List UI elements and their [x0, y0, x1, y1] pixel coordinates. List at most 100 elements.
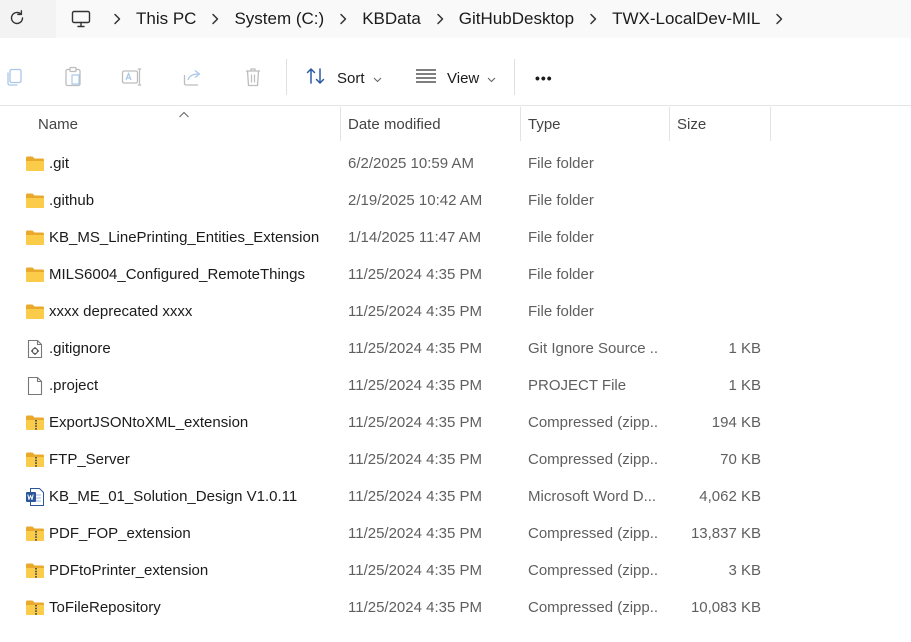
address-bar-area: This PC System (C:) KBData GitHubDesktop…: [0, 0, 911, 38]
file-size: [670, 182, 761, 219]
chevron-right-icon[interactable]: [429, 8, 451, 30]
file-size: [670, 219, 761, 256]
file-name[interactable]: .project: [49, 367, 334, 404]
sort-label: Sort: [337, 69, 365, 87]
breadcrumb-system-c[interactable]: System (C:): [232, 9, 326, 29]
file-size: 1 KB: [728, 340, 761, 357]
view-button[interactable]: View: [415, 64, 496, 92]
file-row[interactable]: .gitignore 11/25/2024 4:35 PM Git Ignore S…: [0, 330, 911, 367]
file-date-modified: 11/25/2024 4:35 PM: [348, 562, 482, 579]
file-type: Compressed (zipp...: [528, 525, 658, 542]
file-row[interactable]: xxxx deprecated xxxx 11/25/2024 4:35 PM Fi…: [0, 293, 911, 330]
file-size: [670, 256, 761, 293]
file-name[interactable]: PDF_FOP_extension: [49, 515, 334, 552]
zip-folder-icon: [24, 515, 46, 552]
file-size: [670, 293, 761, 330]
file-name[interactable]: KB_MS_LinePrinting_Entities_Extension: [49, 219, 334, 256]
word-document-icon: [24, 478, 46, 515]
file-date-modified: 1/14/2025 11:47 AM: [348, 229, 482, 246]
column-header-type[interactable]: Type: [520, 107, 669, 141]
share-icon[interactable]: [181, 65, 205, 89]
file-row[interactable]: ExportJSONtoXML_extension 11/25/2024 4:35…: [0, 404, 911, 441]
copy-icon[interactable]: [2, 65, 26, 89]
more-options-button[interactable]: •••: [535, 64, 553, 92]
file-date-modified: 11/25/2024 4:35 PM: [348, 303, 482, 320]
file-size: 4,062 KB: [699, 488, 761, 505]
file-row[interactable]: PDFtoPrinter_extension 11/25/2024 4:35 PM…: [0, 552, 911, 589]
file-type: Microsoft Word D...: [528, 488, 657, 505]
toolbar-divider: [286, 59, 287, 95]
column-divider[interactable]: [770, 107, 771, 141]
delete-icon[interactable]: [241, 65, 265, 89]
file-date-modified: 11/25/2024 4:35 PM: [348, 525, 482, 542]
sort-icon: [305, 66, 327, 90]
breadcrumb-githubdesktop[interactable]: GitHubDesktop: [457, 9, 576, 29]
chevron-down-icon: [373, 70, 382, 87]
file-size: 10,083 KB: [690, 599, 761, 616]
file-row[interactable]: MILS6004_Configured_RemoteThings 11/25/20…: [0, 256, 911, 293]
file-row[interactable]: .git 6/2/2025 10:59 AM File folder: [0, 145, 911, 182]
chevron-right-icon[interactable]: [768, 8, 790, 30]
file-row[interactable]: PDF_FOP_extension 11/25/2024 4:35 PM Compr…: [0, 515, 911, 552]
file-name[interactable]: .git: [49, 145, 334, 182]
file-name[interactable]: ToFileRepository: [49, 589, 334, 626]
file-size: [670, 145, 761, 182]
folder-icon: [24, 219, 46, 256]
column-header-row: Name Date modified Type Size: [0, 107, 911, 141]
file-type: Git Ignore Source ...: [528, 340, 658, 357]
file-size: 1 KB: [728, 377, 761, 394]
file-name[interactable]: FTP_Server: [49, 441, 334, 478]
breadcrumb-kbdata[interactable]: KBData: [360, 9, 423, 29]
chevron-right-icon[interactable]: [204, 8, 226, 30]
zip-folder-icon: [24, 589, 46, 626]
chevron-right-icon[interactable]: [582, 8, 604, 30]
file-type: File folder: [528, 229, 594, 246]
file-row[interactable]: .github 2/19/2025 10:42 AM File folder: [0, 182, 911, 219]
file-row[interactable]: KB_ME_01_Solution_Design V1.0.11 11/25/20…: [0, 478, 911, 515]
file-type: File folder: [528, 192, 594, 209]
file-type: File folder: [528, 266, 594, 283]
folder-icon: [24, 182, 46, 219]
refresh-icon[interactable]: [4, 5, 30, 31]
file-date-modified: 2/19/2025 10:42 AM: [348, 192, 483, 209]
file-type: Compressed (zipp...: [528, 414, 658, 431]
file-type: PROJECT File: [528, 377, 627, 394]
column-header-size[interactable]: Size: [669, 107, 770, 141]
this-pc-icon[interactable]: [70, 8, 92, 30]
breadcrumb[interactable]: This PC System (C:) KBData GitHubDesktop…: [56, 0, 911, 38]
file-date-modified: 6/2/2025 10:59 AM: [348, 155, 474, 172]
file-name[interactable]: xxxx deprecated xxxx: [49, 293, 334, 330]
file-date-modified: 11/25/2024 4:35 PM: [348, 414, 482, 431]
file-name[interactable]: ExportJSONtoXML_extension: [49, 404, 334, 441]
chevron-right-icon[interactable]: [332, 8, 354, 30]
file-name[interactable]: PDFtoPrinter_extension: [49, 552, 334, 589]
file-type: File folder: [528, 155, 594, 172]
file-name[interactable]: .gitignore: [49, 330, 334, 367]
breadcrumb-twx-localdev-mil[interactable]: TWX-LocalDev-MIL: [610, 9, 762, 29]
file-row[interactable]: FTP_Server 11/25/2024 4:35 PM Compressed (…: [0, 441, 911, 478]
paste-icon[interactable]: [61, 65, 85, 89]
file-type: Compressed (zipp...: [528, 562, 658, 579]
command-bar: Sort View •••: [0, 48, 911, 106]
column-header-name[interactable]: Name: [30, 107, 340, 141]
zip-folder-icon: [24, 552, 46, 589]
breadcrumb-this-pc[interactable]: This PC: [134, 9, 198, 29]
view-list-icon: [415, 68, 437, 88]
file-list: .git 6/2/2025 10:59 AM File folder .github 2…: [0, 145, 911, 626]
column-header-date[interactable]: Date modified: [340, 107, 520, 141]
file-row[interactable]: ToFileRepository 11/25/2024 4:35 PM Compre…: [0, 589, 911, 626]
file-name[interactable]: .github: [49, 182, 334, 219]
folder-icon: [24, 256, 46, 293]
folder-icon: [24, 145, 46, 182]
file-size: 70 KB: [720, 451, 761, 468]
file-type: Compressed (zipp...: [528, 599, 658, 616]
config-file-icon: [24, 330, 46, 367]
file-name[interactable]: KB_ME_01_Solution_Design V1.0.11: [49, 478, 334, 515]
file-date-modified: 11/25/2024 4:35 PM: [348, 377, 482, 394]
file-row[interactable]: .project 11/25/2024 4:35 PM PROJECT File 1 …: [0, 367, 911, 404]
rename-icon[interactable]: [120, 65, 144, 89]
chevron-right-icon[interactable]: [106, 8, 128, 30]
file-row[interactable]: KB_MS_LinePrinting_Entities_Extension 1/1…: [0, 219, 911, 256]
file-name[interactable]: MILS6004_Configured_RemoteThings: [49, 256, 334, 293]
sort-button[interactable]: Sort: [305, 64, 382, 92]
